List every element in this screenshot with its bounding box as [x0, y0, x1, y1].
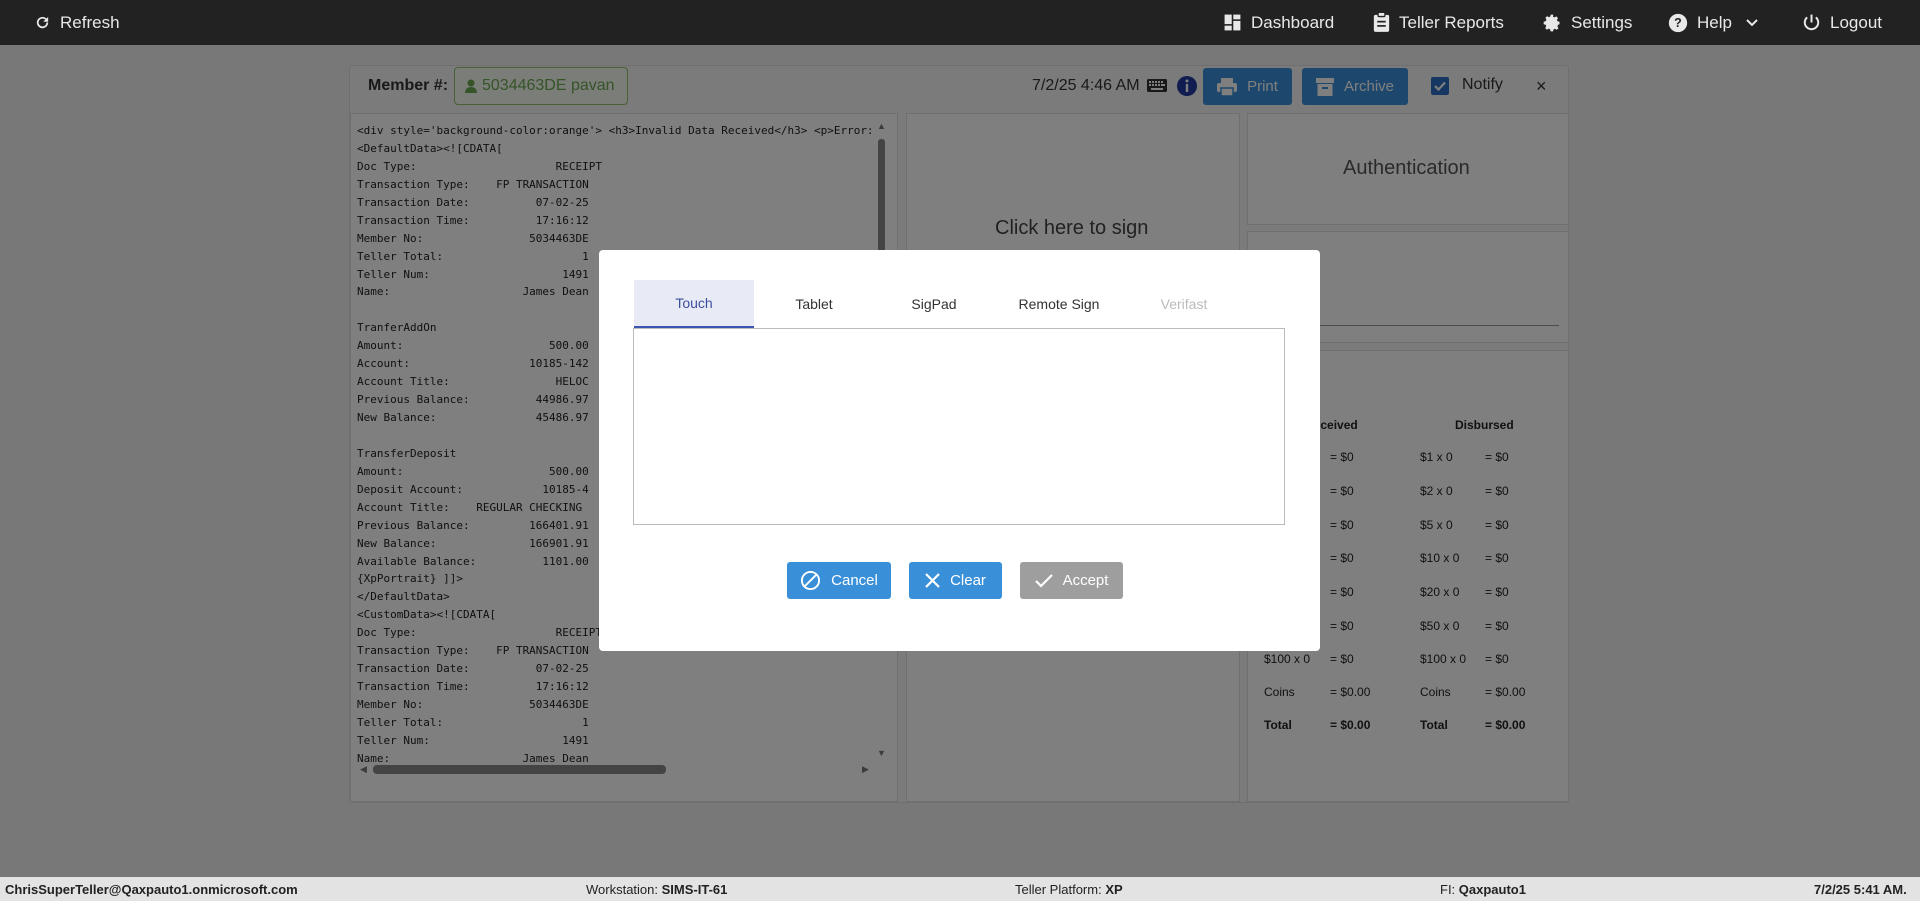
power-icon	[1803, 14, 1820, 31]
dashboard-link[interactable]: Dashboard	[1223, 0, 1334, 45]
dashboard-label: Dashboard	[1251, 12, 1335, 32]
footer-fi-value: Qaxpauto1	[1458, 882, 1526, 897]
footer-datetime: 7/2/25 5:41 AM.	[1814, 882, 1907, 897]
refresh-icon	[36, 16, 49, 29]
settings-link[interactable]: Settings	[1542, 0, 1632, 45]
tab-remote-sign[interactable]: Remote Sign	[994, 280, 1124, 328]
teller-reports-label: Teller Reports	[1399, 12, 1504, 32]
help-menu[interactable]: ? Help	[1668, 0, 1767, 45]
accept-label: Accept	[1062, 572, 1109, 589]
check-icon	[1034, 573, 1053, 588]
logout-label: Logout	[1830, 12, 1882, 32]
svg-text:?: ?	[1674, 16, 1682, 30]
clear-button[interactable]: Clear	[909, 562, 1002, 599]
cancel-button[interactable]: Cancel	[787, 562, 891, 599]
signature-canvas[interactable]	[633, 328, 1285, 525]
refresh-label: Refresh	[60, 12, 120, 32]
help-label: Help	[1697, 12, 1732, 32]
clipboard-icon	[1373, 12, 1390, 32]
tab-touch[interactable]: Touch	[634, 280, 754, 328]
footer-user: ChrisSuperTeller@Qaxpauto1.onmicrosoft.c…	[5, 882, 298, 897]
clear-label: Clear	[950, 572, 986, 589]
footer-fi-label: FI:	[1440, 882, 1456, 897]
chevron-down-icon	[1746, 18, 1758, 26]
footer-workstation-value: SIMS-IT-61	[661, 882, 728, 897]
close-icon	[925, 573, 940, 588]
footer-workstation-label: Workstation:	[586, 882, 659, 897]
dashboard-icon	[1224, 14, 1241, 31]
cancel-label: Cancel	[831, 572, 878, 589]
gear-icon	[1543, 14, 1560, 31]
ban-icon	[801, 570, 821, 591]
footer-platform-value: XP	[1105, 882, 1123, 897]
teller-reports-link[interactable]: Teller Reports	[1373, 0, 1504, 45]
status-footer: ChrisSuperTeller@Qaxpauto1.onmicrosoft.c…	[0, 877, 1920, 901]
logout-link[interactable]: Logout	[1802, 0, 1882, 45]
tab-sigpad[interactable]: SigPad	[874, 280, 994, 328]
refresh-button[interactable]: Refresh	[34, 0, 120, 45]
top-nav-bar: Refresh Dashboard Teller Reports Setting…	[0, 0, 1920, 45]
settings-label: Settings	[1571, 12, 1633, 32]
footer-platform-label: Teller Platform:	[1015, 882, 1102, 897]
tab-tablet[interactable]: Tablet	[754, 280, 874, 328]
tab-verifast: Verifast	[1160, 296, 1208, 312]
accept-button[interactable]: Accept	[1020, 562, 1123, 599]
help-icon: ?	[1668, 13, 1688, 32]
